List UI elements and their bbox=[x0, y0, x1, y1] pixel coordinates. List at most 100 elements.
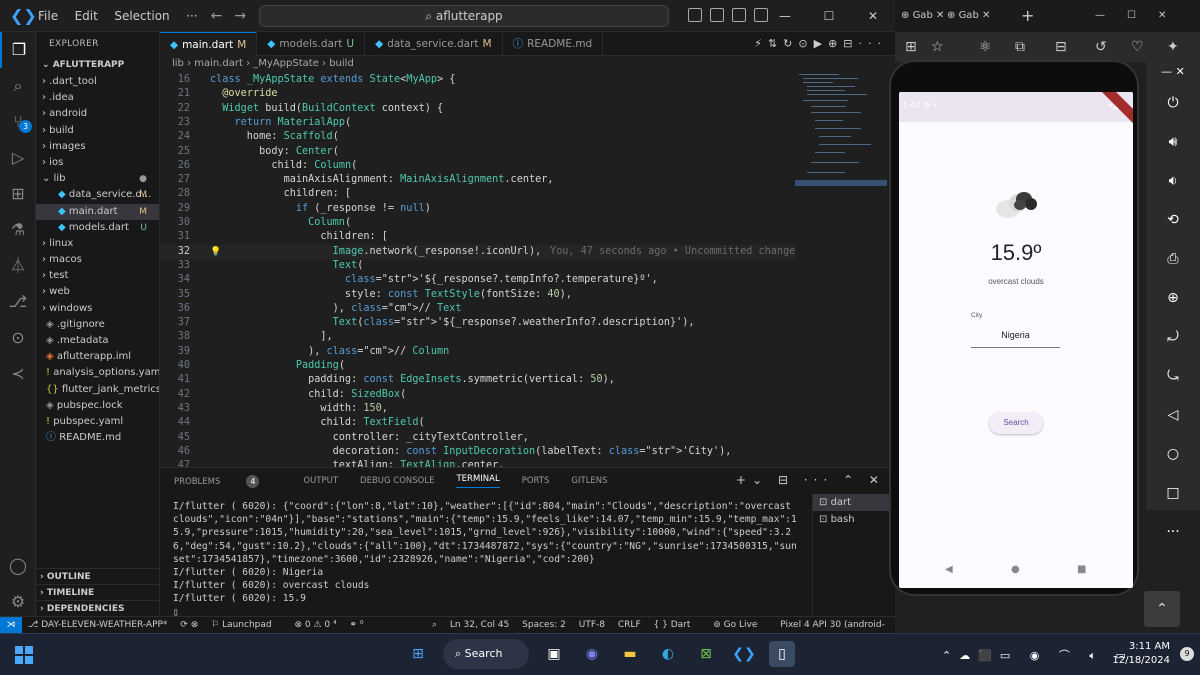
copilot-icon[interactable]: ✦ bbox=[1167, 39, 1179, 55]
language-mode[interactable]: { } Dart bbox=[654, 620, 701, 630]
react-icon[interactable]: ⚛ bbox=[979, 39, 992, 55]
file-tree-item[interactable]: › linux bbox=[36, 236, 159, 252]
file-tree-item[interactable]: ! pubspec.yaml bbox=[36, 414, 159, 430]
encoding[interactable]: UTF-8 bbox=[579, 620, 605, 630]
code-line[interactable]: 29 if (_response != null) bbox=[160, 202, 795, 216]
tab-gitlens[interactable]: GITLENS bbox=[571, 476, 607, 486]
widgets-icon[interactable] bbox=[14, 645, 34, 665]
code-line[interactable]: 46 decoration: const InputDecoration(lab… bbox=[160, 445, 795, 459]
code-line[interactable]: 23 return MaterialApp( bbox=[160, 116, 795, 130]
toggle-sidebar-icon[interactable] bbox=[688, 8, 702, 22]
maximize-icon[interactable]: ☐ bbox=[807, 0, 851, 32]
code-line[interactable]: 27 mainAxisAlignment: MainAxisAlignment.… bbox=[160, 173, 795, 187]
terminal-item-dart[interactable]: ⊡ dart bbox=[813, 494, 895, 511]
outline-section[interactable]: › OUTLINE bbox=[36, 568, 160, 584]
code-editor[interactable]: 16 class _MyAppState extends State<MyApp>… bbox=[160, 72, 795, 467]
file-tree-item[interactable]: › test bbox=[36, 268, 159, 284]
file-tree-item[interactable]: ◈ .gitignore bbox=[36, 317, 159, 333]
file-tree-item[interactable]: › .dart_tool bbox=[36, 74, 159, 90]
puzzle-icon[interactable]: ⧉ bbox=[1015, 39, 1025, 55]
tab-readme[interactable]: ⓘ README.md bbox=[503, 32, 604, 56]
file-tree-item[interactable]: › macos bbox=[36, 252, 159, 268]
file-tree-item[interactable]: › android bbox=[36, 106, 159, 122]
volume-down-icon[interactable]: 🔉︎ bbox=[1146, 162, 1200, 201]
explorer-icon[interactable]: ❐ bbox=[0, 32, 36, 68]
extensions-icon[interactable]: ⊞ bbox=[0, 176, 36, 212]
code-line[interactable]: 42 child: SizedBox( bbox=[160, 388, 795, 402]
testing-icon[interactable]: ⚗ bbox=[0, 212, 36, 248]
taskbar-clock[interactable]: 3:11 AM 12/18/2024 bbox=[1112, 640, 1170, 668]
account-icon[interactable]: ◯ bbox=[0, 548, 36, 584]
zoom-in-icon[interactable]: ⊕ bbox=[1146, 279, 1200, 318]
camera-icon[interactable]: ⎙ bbox=[1146, 240, 1200, 279]
code-line[interactable]: 36 ), class="cm">// Text bbox=[160, 302, 795, 316]
menu-selection[interactable]: Selection bbox=[114, 9, 169, 23]
emulator-window-controls[interactable]: — ✕ bbox=[1146, 60, 1200, 84]
panel-actions[interactable]: +⌄ ⊟ ··· ⌃ ✕ bbox=[736, 473, 885, 487]
file-tree-item[interactable]: {} flutter_jank_metrics_0... bbox=[36, 382, 159, 398]
branch-status[interactable]: ⎇ DAY-ELEVEN-WEATHER-APP* ⟳ ⊗ bbox=[28, 620, 198, 630]
close-icon[interactable]: ✕ bbox=[851, 0, 895, 32]
terminal-output[interactable]: I/flutter ( 6020): {"coord":{"lon":8,"la… bbox=[173, 500, 798, 619]
breadcrumb[interactable]: lib › main.dart › _MyAppState › build bbox=[160, 56, 895, 72]
code-line[interactable]: 39 ), class="cm">// Column bbox=[160, 345, 795, 359]
code-line[interactable]: 43 width: 150, bbox=[160, 402, 795, 416]
file-tree-item[interactable]: › .idea bbox=[36, 90, 159, 106]
minimap[interactable] bbox=[795, 72, 887, 467]
code-line[interactable]: 33 Text( bbox=[160, 259, 795, 273]
launchpad-status[interactable]: ⚐ Launchpad bbox=[211, 620, 281, 630]
edge-icon[interactable]: ◐ bbox=[655, 641, 681, 667]
tab-models-dart[interactable]: ◆ models.dart U bbox=[257, 32, 366, 56]
ports-status[interactable]: ⚭ ⁰ bbox=[349, 620, 373, 630]
recents-nav-icon[interactable]: ■ bbox=[1077, 564, 1086, 575]
notification-badge[interactable]: 9 bbox=[1180, 647, 1194, 661]
home-nav-icon[interactable]: ● bbox=[1011, 564, 1020, 575]
menu-more[interactable]: ··· bbox=[186, 9, 197, 23]
search-button[interactable]: Search bbox=[989, 412, 1043, 434]
eol[interactable]: CRLF bbox=[618, 620, 641, 630]
more-options-icon[interactable]: ··· bbox=[1146, 513, 1200, 552]
file-tree-item[interactable]: › images bbox=[36, 139, 159, 155]
settings-gear-icon[interactable]: ⚙ bbox=[0, 584, 36, 620]
emulator-taskbar-icon[interactable]: ▯ bbox=[769, 641, 795, 667]
indentation[interactable]: Spaces: 2 bbox=[522, 620, 566, 630]
lightbulb-icon[interactable]: 💡 bbox=[210, 245, 221, 259]
browser-tab-1[interactable]: ⊕ Gab ✕ bbox=[901, 4, 944, 28]
history-icon[interactable]: ↺ bbox=[1095, 39, 1107, 55]
tab-problems[interactable]: PROBLEMS 4 bbox=[174, 474, 281, 488]
star-icon[interactable]: ☆ bbox=[931, 39, 944, 55]
tab-debug-console[interactable]: DEBUG CONSOLE bbox=[360, 476, 434, 486]
cursor-position[interactable]: Ln 32, Col 45 bbox=[450, 620, 509, 630]
zoom-icon[interactable]: ⌕ bbox=[432, 620, 437, 630]
forward-arrow-icon[interactable]: → bbox=[234, 8, 246, 24]
overview-icon[interactable]: □ bbox=[1146, 474, 1200, 513]
vscode-taskbar-icon[interactable]: ❮❯ bbox=[731, 641, 757, 667]
toggle-secondary-sidebar-icon[interactable] bbox=[732, 8, 746, 22]
gitlens-icon[interactable]: ≺ bbox=[0, 356, 36, 392]
file-tree-item[interactable]: ◈ pubspec.lock bbox=[36, 398, 159, 414]
timeline-section[interactable]: › TIMELINE bbox=[36, 584, 160, 600]
code-line[interactable]: 35 style: const TextStyle(fontSize: 40), bbox=[160, 288, 795, 302]
teams-icon[interactable]: ◉ bbox=[579, 641, 605, 667]
remote-indicator-icon[interactable]: ⋊ bbox=[0, 617, 22, 633]
file-tree-item[interactable]: ◆ models.dart U bbox=[36, 220, 159, 236]
volume-up-icon[interactable]: 🔊︎ bbox=[1146, 123, 1200, 162]
code-line[interactable]: 30 Column( bbox=[160, 216, 795, 230]
file-tree-item[interactable]: ! analysis_options.yaml bbox=[36, 365, 159, 381]
system-tray[interactable]: ⌃☁⬛▭ ◉ ⌒ 🔈︎ ▭ bbox=[942, 647, 1134, 663]
favorites-icon[interactable]: ♡ bbox=[1131, 39, 1144, 55]
toggle-panel-icon[interactable] bbox=[710, 8, 724, 22]
file-tree-item[interactable]: ⓘ README.md bbox=[36, 430, 159, 446]
code-line[interactable]: 31 children: [ bbox=[160, 230, 795, 244]
problems-status[interactable]: ⊗ 0 ⚠ 0 ⁴ bbox=[294, 620, 336, 630]
code-line[interactable]: 32 Image.network(_response!.iconUrl), 💡 Yo… bbox=[160, 244, 795, 259]
remote-explorer-icon[interactable]: ⊙ bbox=[0, 320, 36, 356]
terminal-item-bash[interactable]: ⊡ bash bbox=[813, 511, 895, 528]
code-line[interactable]: 34 class="str">'${_response?.tempInfo?.t… bbox=[160, 273, 795, 287]
file-tree-item[interactable]: › build bbox=[36, 123, 159, 139]
extension-icon[interactable]: ⊞ bbox=[905, 39, 917, 55]
back-arrow-icon[interactable]: ← bbox=[211, 8, 223, 24]
file-tree-item[interactable]: › web bbox=[36, 284, 159, 300]
minimap-viewport[interactable] bbox=[795, 180, 887, 186]
home-icon[interactable]: ○ bbox=[1146, 435, 1200, 474]
